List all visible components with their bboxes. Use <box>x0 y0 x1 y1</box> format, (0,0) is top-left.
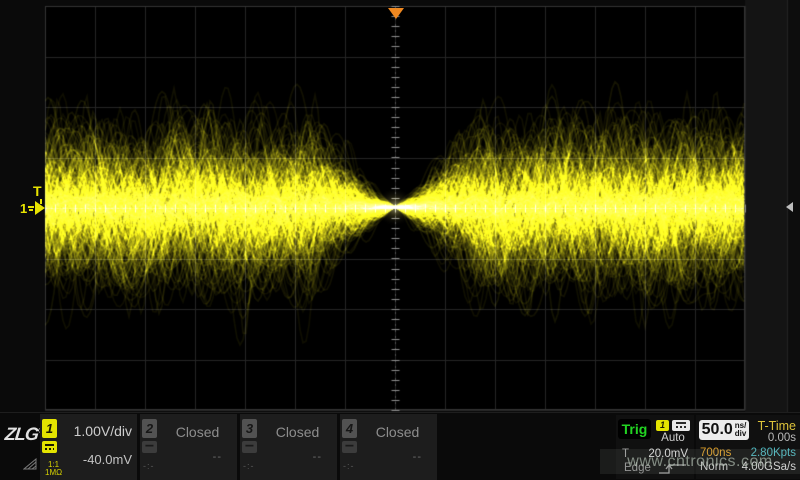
timebase-scale-unit: ns/ div <box>735 422 747 438</box>
channel-arrow-icon <box>35 201 45 215</box>
trigger-sweep-mode[interactable]: Auto <box>652 432 694 444</box>
channel-2-status: Closed <box>162 424 233 440</box>
trigger-level-marker[interactable]: T <box>33 184 42 198</box>
channel-1-block[interactable]: 1 1.00V/div -40.0mV 1:1 1MΩ <box>40 414 137 480</box>
zlg-logo: ZLG® <box>4 424 45 445</box>
watermark: www.cntronics.com <box>600 449 800 474</box>
channel-3-coupling-icon[interactable]: − <box>242 441 257 453</box>
timebase-scale-button[interactable]: 50.0 ns/ div <box>699 420 749 440</box>
channel-2-time-placeholder: -:- <box>143 461 155 471</box>
channel-4-value-placeholder: -- <box>413 451 422 463</box>
right-edge-marker[interactable] <box>786 202 793 212</box>
channel-1-coupling-icon[interactable] <box>42 441 57 453</box>
channel-3-block[interactable]: 3 − Closed -- -:- <box>240 414 337 480</box>
logo-triangle-icon <box>23 458 38 470</box>
trigger-coupling-icon[interactable] <box>672 420 690 431</box>
channel-4-block[interactable]: 4 − Closed -- -:- <box>340 414 437 480</box>
oscilloscope-screen: T 1 ZLG® 1 1.00V/div -40.0mV 1:1 1MΩ <box>0 0 800 480</box>
channel-1-offset: -40.0mV <box>83 452 132 467</box>
channel-4-status: Closed <box>362 424 433 440</box>
channel-1-probe-info: 1:1 1MΩ <box>45 461 62 477</box>
channel-1-marker-label: 1 <box>20 202 27 215</box>
timebase-scale-value: 50.0 <box>702 421 733 439</box>
channel-3-time-placeholder: -:- <box>243 461 255 471</box>
t-time-value: 0.00s <box>768 432 796 444</box>
channel-1-badge[interactable]: 1 <box>42 419 57 438</box>
channel-4-coupling-icon[interactable]: − <box>342 441 357 453</box>
ground-reference-icon <box>28 205 34 212</box>
scope-display[interactable] <box>0 0 800 412</box>
trigger-source-badge[interactable]: 1 <box>656 420 669 431</box>
channel-4-time-placeholder: -:- <box>343 461 355 471</box>
channel-3-status: Closed <box>262 424 333 440</box>
channel-1-scale: 1.00V/div <box>74 423 132 439</box>
channel-2-badge[interactable]: 2 <box>142 419 157 438</box>
trigger-button[interactable]: Trig <box>618 419 651 439</box>
trigger-position-marker[interactable] <box>388 8 404 19</box>
channel-1-position-marker[interactable]: 1 <box>20 201 45 215</box>
channel-2-coupling-icon[interactable]: − <box>142 441 157 453</box>
channel-2-value-placeholder: -- <box>213 451 222 463</box>
channel-3-value-placeholder: -- <box>313 451 322 463</box>
channel-4-badge[interactable]: 4 <box>342 419 357 438</box>
channel-3-badge[interactable]: 3 <box>242 419 257 438</box>
channel-2-block[interactable]: 2 − Closed -- -:- <box>140 414 237 480</box>
t-time-label: T-Time <box>758 419 796 433</box>
